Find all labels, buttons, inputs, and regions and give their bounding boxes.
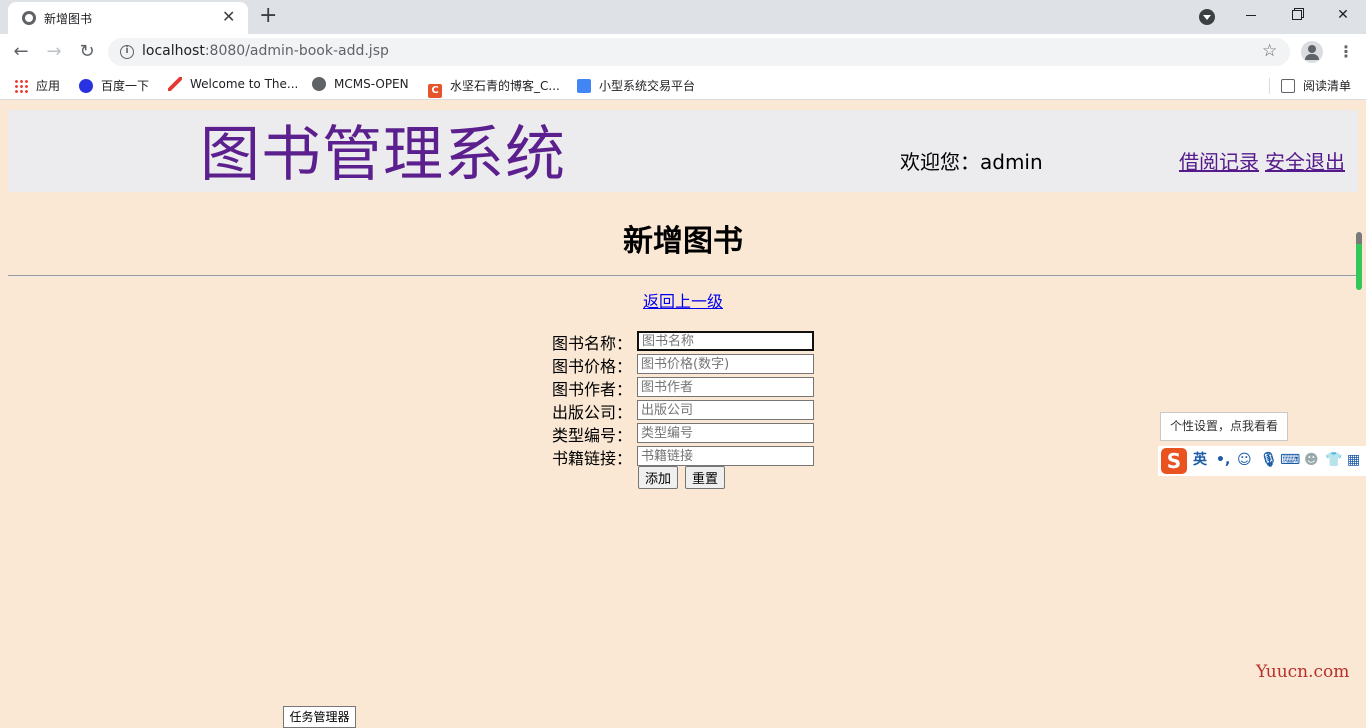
url-path: :8080/admin-book-add.jsp	[204, 43, 389, 59]
bookmark-label: MCMS-OPEN	[334, 77, 409, 91]
book-price-input[interactable]	[637, 354, 814, 374]
reading-list[interactable]: 阅读清单	[1281, 77, 1351, 94]
bookmark-label: 百度一下	[101, 79, 150, 93]
url-host: localhost	[142, 43, 205, 59]
bookmark-apps[interactable]: 应用	[14, 77, 60, 94]
reading-list-label: 阅读清单	[1303, 79, 1352, 93]
browser-tab-active[interactable]: 新增图书 ✕	[8, 2, 248, 34]
microphone-icon[interactable]: 🎙	[1260, 452, 1278, 468]
back-link-row: 返回上一级	[0, 288, 1366, 312]
borrow-records-link[interactable]: 借阅记录	[1179, 146, 1259, 175]
skin-shirt-icon[interactable]: 👕	[1325, 452, 1342, 468]
ime-punctuation-toggle[interactable]: •,	[1216, 452, 1230, 468]
site-info-icon[interactable]: i	[120, 45, 134, 59]
csdn-c-icon: C	[428, 84, 442, 98]
globe-favicon-icon	[22, 11, 36, 25]
new-tab-button[interactable]: +	[259, 4, 277, 28]
bookmark-baidu[interactable]: 百度一下	[79, 77, 149, 94]
ime-toolbar: S 英 •, ☺ 🎙 ⌨ ☻ 👕 ▦	[1158, 446, 1366, 476]
back-arrow-icon[interactable]: ←	[9, 40, 33, 64]
ime-language-toggle[interactable]: 英	[1193, 452, 1207, 468]
sogou-logo-icon[interactable]: S	[1161, 448, 1187, 474]
pen-icon	[168, 77, 182, 91]
reset-button[interactable]: 重置	[685, 466, 726, 489]
minimize-icon	[1246, 14, 1256, 16]
system-title: 图书管理系统	[200, 120, 566, 190]
url-text[interactable]: localhost:8080/admin-book-add.jsp	[142, 43, 389, 59]
publisher-label: 出版公司：	[552, 403, 633, 422]
reading-list-icon	[1281, 79, 1295, 93]
globe-icon	[312, 77, 326, 91]
type-id-label: 类型编号：	[552, 426, 633, 445]
task-manager-tooltip: 任务管理器	[283, 706, 356, 728]
document-icon	[577, 79, 591, 93]
toolbox-grid-icon[interactable]: ▦	[1347, 452, 1360, 468]
browser-toolbar: ← → ↻ i localhost:8080/admin-book-add.js…	[0, 34, 1366, 70]
book-name-input[interactable]	[637, 331, 814, 351]
back-link[interactable]: 返回上一级	[643, 292, 723, 311]
bookmark-trading-platform[interactable]: 小型系统交易平台	[577, 77, 695, 94]
bookmarks-bar: 应用 百度一下 Welcome to The... MCMS-OPEN C 水坚石…	[0, 70, 1366, 100]
address-bar[interactable]: i localhost:8080/admin-book-add.jsp ☆	[108, 38, 1290, 66]
bookmark-label: 小型系统交易平台	[599, 79, 696, 93]
bookmark-star-icon[interactable]: ☆	[1262, 41, 1277, 61]
publisher-input[interactable]	[637, 400, 814, 420]
reload-icon[interactable]: ↻	[75, 40, 99, 64]
watermark: Yuucn.com	[1256, 662, 1350, 682]
restore-icon	[1292, 10, 1302, 20]
bookmarks-divider	[1269, 78, 1270, 94]
book-link-label: 书籍链接：	[552, 449, 633, 468]
type-id-input[interactable]	[637, 423, 814, 443]
book-author-input[interactable]	[637, 377, 814, 397]
window-restore-button[interactable]	[1282, 4, 1312, 26]
site-header: 图书管理系统 欢迎您：admin 借阅记录 安全退出	[8, 110, 1358, 192]
bookmark-welcome[interactable]: Welcome to The...	[168, 77, 298, 91]
keyboard-icon[interactable]: ⌨	[1280, 452, 1300, 468]
book-price-label: 图书价格：	[552, 357, 633, 376]
divider	[8, 275, 1358, 277]
add-button[interactable]: 添加	[638, 466, 679, 489]
book-author-label: 图书作者：	[552, 380, 633, 399]
book-link-input[interactable]	[637, 446, 814, 466]
user-icon[interactable]: ☻	[1304, 452, 1319, 468]
bookmark-csdn-blog[interactable]: C 水坚石青的博客_C...	[428, 77, 560, 98]
tab-close-icon[interactable]: ✕	[222, 8, 235, 26]
bookmark-label: 应用	[36, 79, 61, 93]
welcome-text: 欢迎您：admin	[900, 150, 1043, 174]
tab-search-dropdown-icon[interactable]	[1199, 9, 1215, 25]
forward-arrow-icon[interactable]: →	[42, 40, 66, 64]
apps-grid-icon	[14, 79, 28, 93]
bookmark-label: Welcome to The...	[190, 77, 299, 91]
window-minimize-button[interactable]	[1236, 4, 1266, 26]
scrollbar-thumb[interactable]	[1356, 232, 1362, 290]
browser-tab-strip: 新增图书 ✕ + ✕	[0, 0, 1366, 34]
baidu-paw-icon	[79, 79, 93, 93]
bookmark-mcms[interactable]: MCMS-OPEN	[312, 77, 409, 91]
ime-settings-tooltip[interactable]: 个性设置，点我看看	[1160, 412, 1288, 441]
kebab-menu-icon[interactable]: ⋮	[1338, 42, 1354, 62]
logout-link[interactable]: 安全退出	[1265, 146, 1345, 175]
tab-title: 新增图书	[44, 12, 93, 26]
profile-avatar-icon[interactable]	[1301, 41, 1323, 63]
emoji-icon[interactable]: ☺	[1237, 452, 1252, 468]
page-title: 新增图书	[623, 224, 743, 259]
window-close-button[interactable]: ✕	[1328, 4, 1358, 26]
bookmark-label: 水坚石青的博客_C...	[450, 79, 560, 93]
book-name-label: 图书名称：	[552, 334, 633, 353]
